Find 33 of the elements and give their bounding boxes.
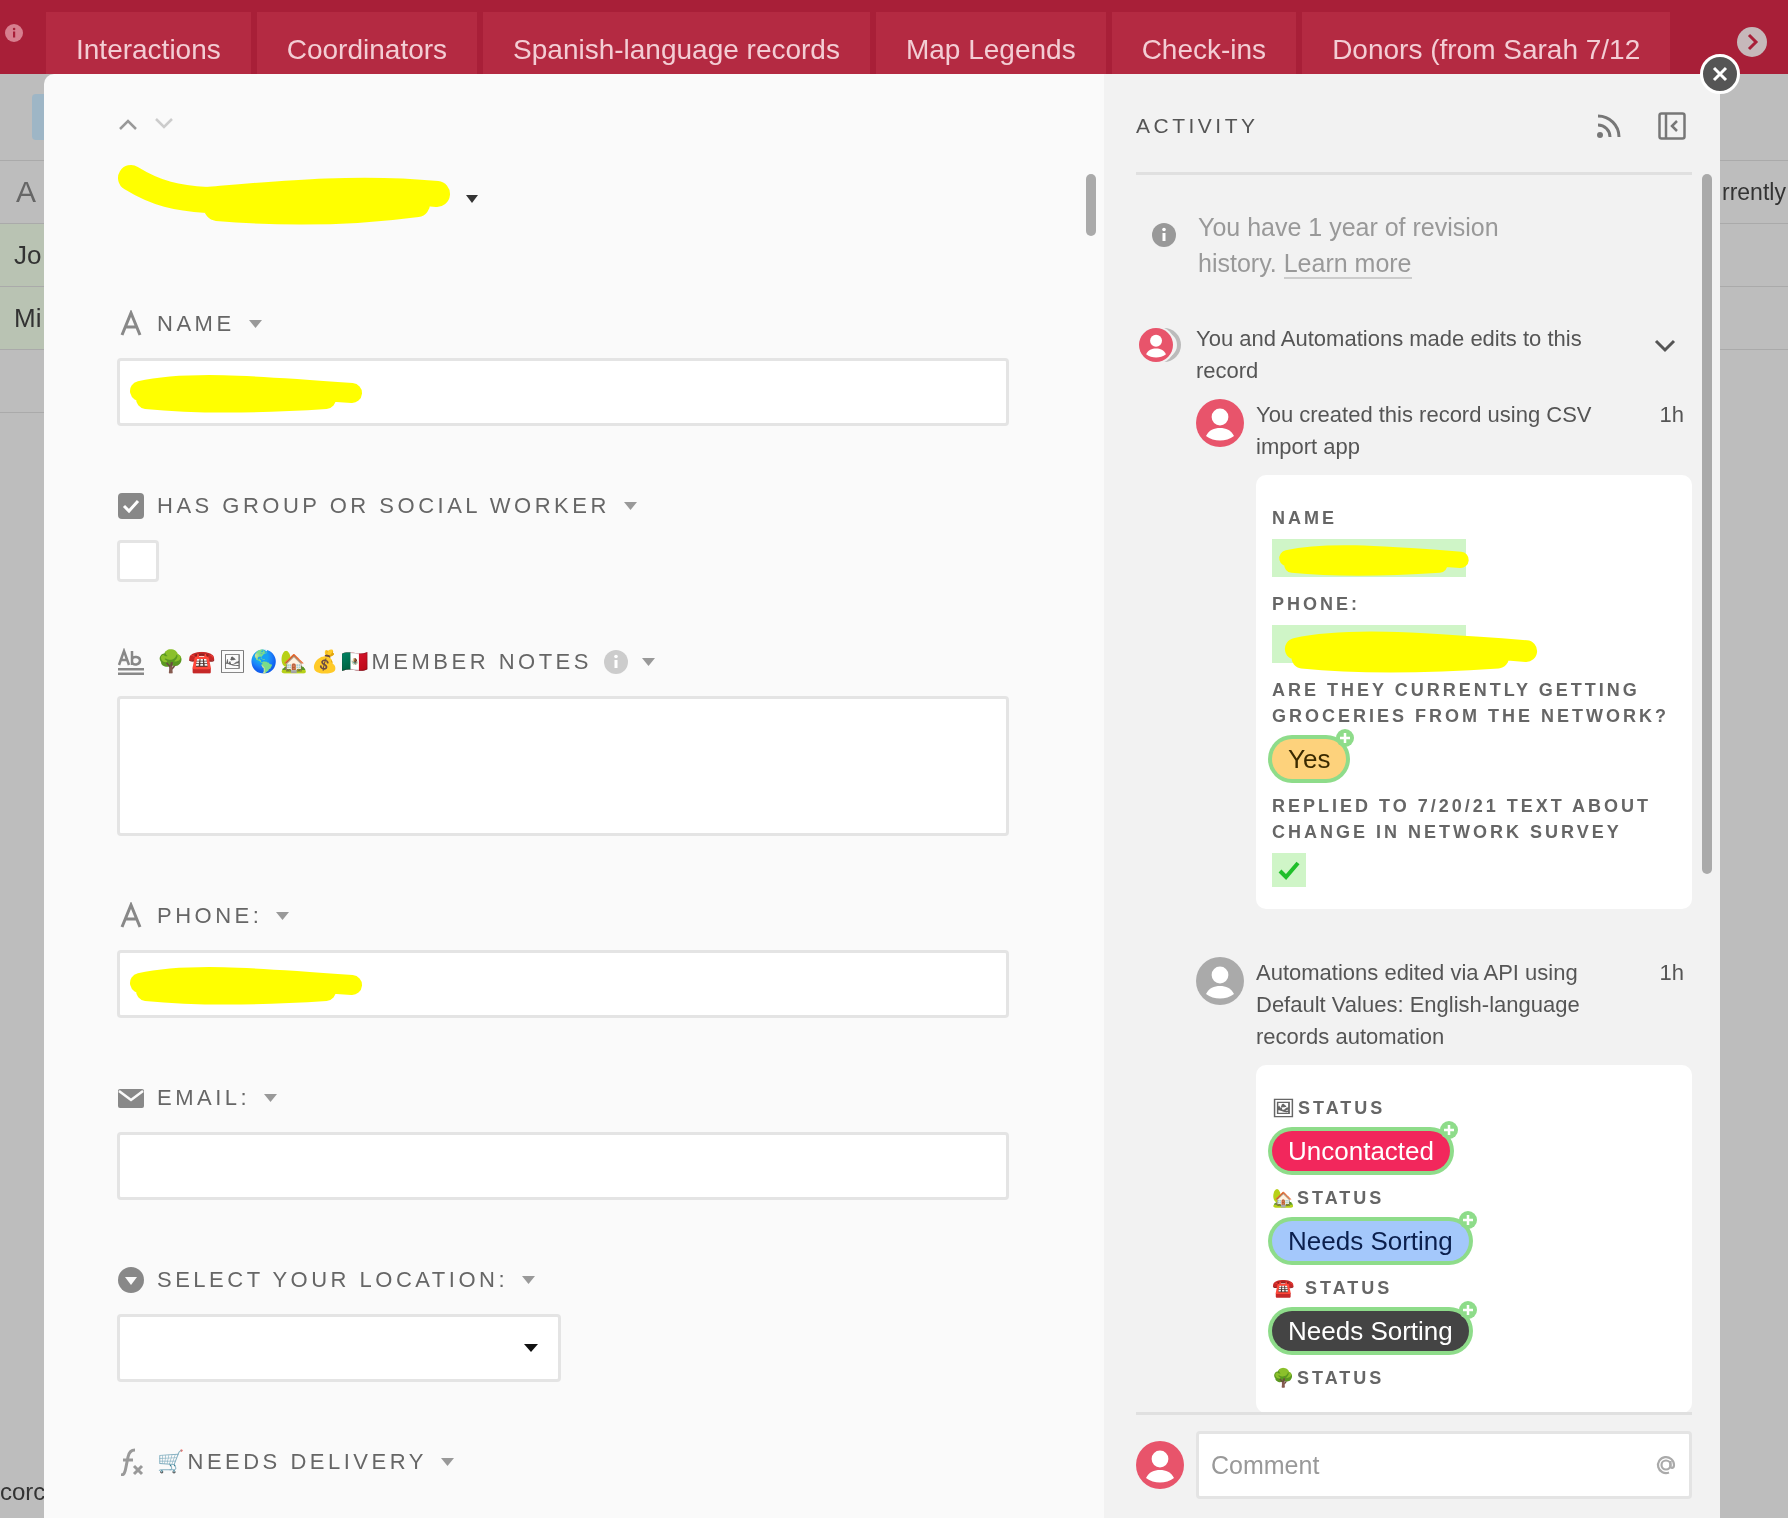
table-tab[interactable]: Interactions [46,12,251,74]
table-tab[interactable]: Check-ins [1111,12,1297,74]
table-cell: Mi [0,287,44,350]
field-label: NAME [1272,507,1338,530]
learn-more-link[interactable]: Learn more [1283,249,1412,279]
field-label: 🏡STATUS [1272,1187,1386,1210]
notice-text: You have 1 year of revision history. Learn more [1198,212,1500,281]
field-label: 🛒NEEDS DELIVERY [157,1449,427,1475]
field-label: 🌳☎🖼🌎🏡💰🇲🇽MEMBER NOTES [157,649,592,675]
table-tab[interactable]: Coordinators [256,12,478,74]
table-tab[interactable]: Map Legends [875,12,1106,74]
activity-summary: You and Automations made edits to this record [1196,325,1583,385]
field-label: PHONE: [1272,593,1361,616]
field-label: NAME [157,311,235,337]
field-label: 🖼STATUS [1272,1097,1387,1120]
field-label: HAS GROUP OR SOCIAL WORKER [157,493,610,519]
field-label: EMAIL: [157,1085,251,1111]
field-label: SELECT YOUR LOCATION: [157,1267,508,1293]
record-count: corc [0,1478,44,1507]
field-label: ☎ STATUS [1272,1277,1394,1300]
table-tab[interactable]: Donors (from Sarah 7/12 [1302,12,1671,74]
table-cell: Jo [0,224,44,287]
field-label: REPLIED TO 7/20/21 TEXT ABOUT CHANGE IN NETWORK SURVEY [1272,795,1653,844]
field-label: ARE THEY CURRENTLY GETTING GROCERIES FROM THE NETWORK? [1272,679,1670,728]
panel-title: ACTIVITY [1136,114,1260,138]
field-label: 🌳STATUS [1272,1367,1386,1390]
activity-text: Automations edited via API using Default Values: English-language records automation [1256,959,1581,1051]
field-label: PHONE: [157,903,263,929]
table-tab[interactable]: Spanish-language records [483,12,870,74]
timestamp: 1h [1659,959,1684,987]
comment-field[interactable]: Comment [1196,1431,1692,1499]
timestamp: 1h [1659,401,1684,429]
activity-text: You created this record using CSV import app [1256,401,1593,461]
